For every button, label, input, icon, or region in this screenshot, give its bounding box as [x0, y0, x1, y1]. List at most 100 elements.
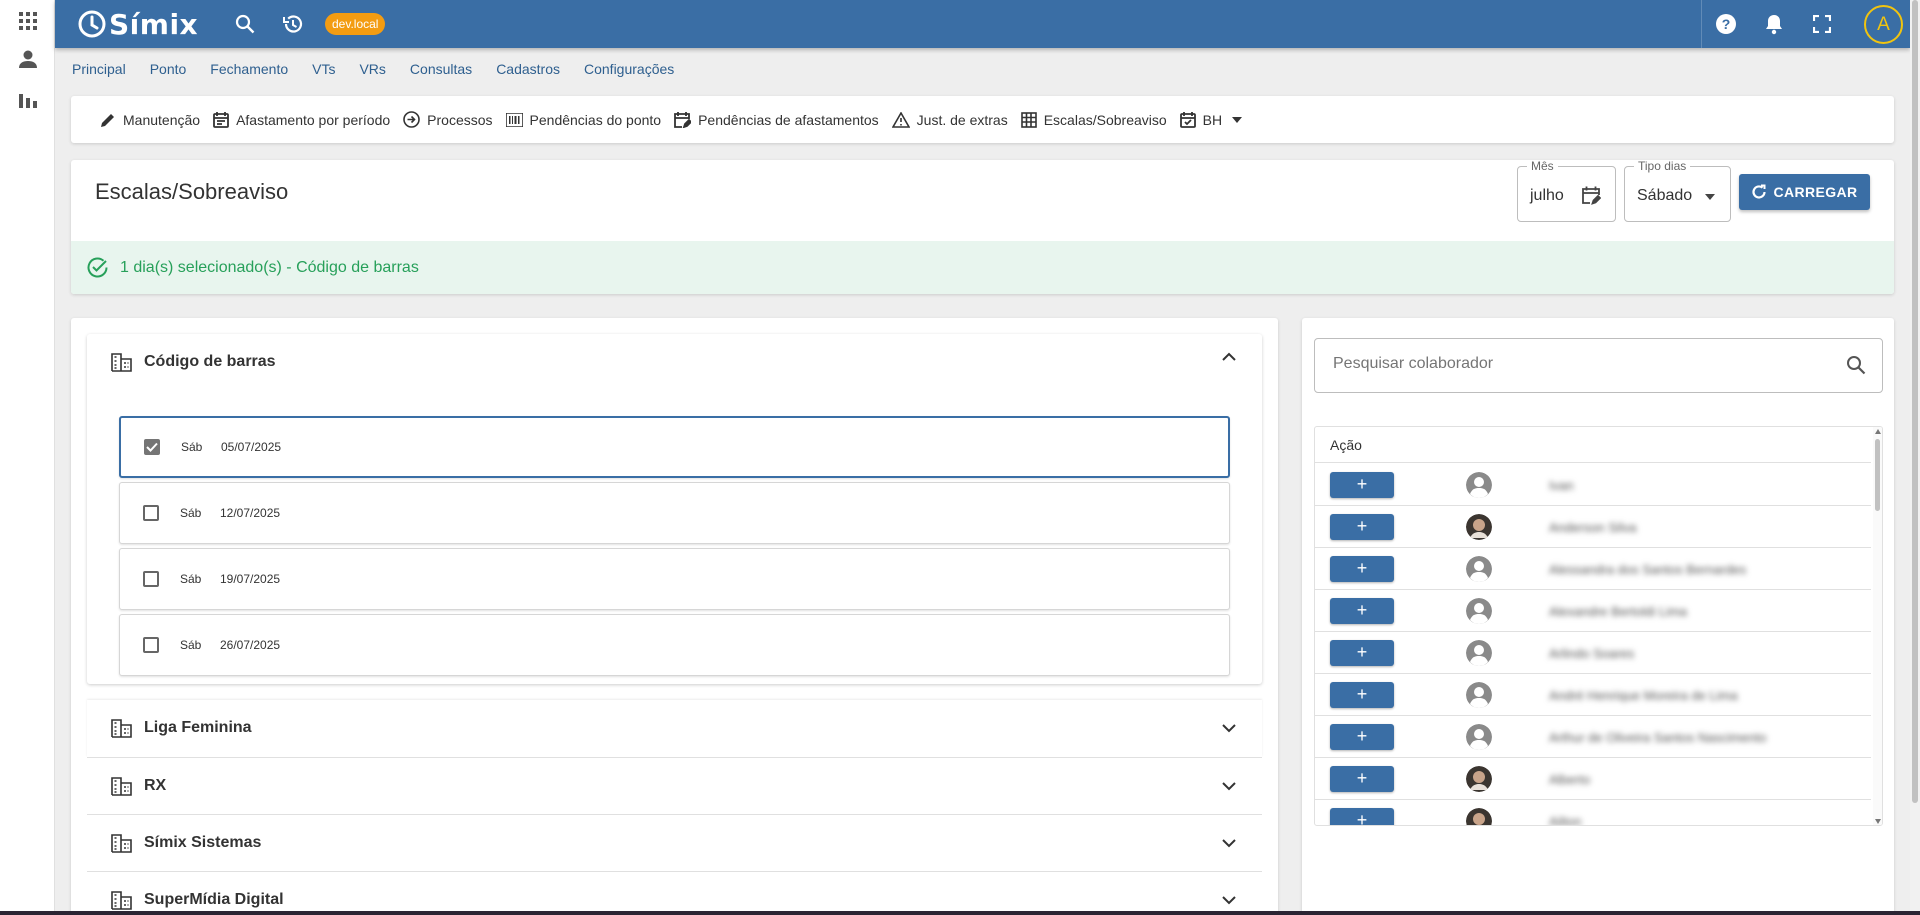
month-picker[interactable]: Mês julho: [1517, 160, 1616, 222]
help-icon[interactable]: ?: [1713, 11, 1739, 37]
chevron-down-icon[interactable]: [1222, 839, 1236, 848]
collaborator-name: Arthur de Oliveira Santos Nascimento: [1549, 730, 1767, 745]
subnav-manutencao[interactable]: Manutenção: [100, 112, 200, 128]
group-title: SuperMídia Digital: [144, 891, 284, 908]
group-header[interactable]: RX: [87, 758, 1262, 814]
collaborator-photo: [1466, 808, 1492, 825]
sub-navigation: Manutenção Afastamento por período Proce…: [71, 96, 1894, 143]
group-panel: SuperMídia Digital: [87, 871, 1262, 915]
fullscreen-icon[interactable]: [1809, 11, 1835, 37]
day-type-select[interactable]: Tipo dias Sábado: [1624, 160, 1731, 222]
search-icon[interactable]: [232, 11, 258, 37]
nav-vrs[interactable]: VRs: [359, 61, 385, 83]
history-icon[interactable]: [280, 11, 306, 37]
chevron-down-icon[interactable]: [1222, 724, 1236, 733]
collaborator-row: + André Henrique Moreira de Lima: [1315, 674, 1871, 716]
subnav-pendencias-ponto[interactable]: Pendências do ponto: [505, 112, 661, 128]
subnav-just-extras[interactable]: Just. de extras: [891, 111, 1008, 128]
add-collaborator-button[interactable]: +: [1330, 514, 1394, 540]
collaborator-name: Arlindo Soares: [1549, 646, 1635, 661]
search-icon[interactable]: [1846, 355, 1866, 375]
person-icon[interactable]: [15, 46, 41, 72]
day-weekday: Sáb: [180, 638, 202, 652]
add-collaborator-button[interactable]: +: [1330, 808, 1394, 825]
notifications-bell-icon[interactable]: [1761, 11, 1787, 37]
day-row[interactable]: Sáb 19/07/2025: [119, 548, 1230, 610]
add-collaborator-button[interactable]: +: [1330, 724, 1394, 750]
nav-ponto[interactable]: Ponto: [150, 61, 187, 83]
pencil-icon: [101, 113, 114, 127]
month-value: julho: [1530, 187, 1564, 204]
subnav-label: Just. de extras: [916, 111, 1008, 128]
nav-vts[interactable]: VTs: [312, 61, 335, 83]
add-collaborator-button[interactable]: +: [1330, 640, 1394, 666]
day-checkbox[interactable]: [143, 505, 159, 521]
clock-logo-icon: [78, 10, 106, 38]
day-checkbox[interactable]: [143, 637, 159, 653]
calendar-icon: [213, 112, 229, 128]
subnav-label: Escalas/Sobreaviso: [1043, 111, 1167, 128]
table-scrollbar-thumb[interactable]: [1875, 439, 1880, 511]
group-header[interactable]: Liga Feminina: [87, 700, 1262, 756]
chevron-up-icon[interactable]: [1222, 352, 1236, 361]
nav-principal[interactable]: Principal: [72, 61, 126, 83]
default-avatar-icon: [1466, 472, 1492, 498]
collaborator-search-input[interactable]: [1333, 355, 1833, 373]
day-checkbox[interactable]: [144, 439, 160, 455]
collaborator-search[interactable]: [1314, 338, 1883, 393]
nav-cadastros[interactable]: Cadastros: [496, 61, 560, 83]
subnav-pendencias-afastamentos[interactable]: Pendências de afastamentos: [674, 111, 879, 128]
subnav-processos[interactable]: Processos: [403, 111, 493, 128]
warning-icon: [891, 111, 910, 128]
collaborators-card: Ação + Ivan + Anderson Silva + Alessandra dos…: [1302, 318, 1894, 915]
load-button-label: CARREGAR: [1773, 184, 1858, 200]
bar-chart-icon[interactable]: [15, 86, 41, 112]
chevron-down-icon[interactable]: [1222, 782, 1236, 791]
group-header[interactable]: SuperMídia Digital: [87, 872, 1262, 915]
default-avatar-icon: [1466, 682, 1492, 708]
day-row[interactable]: Sáb 12/07/2025: [119, 482, 1230, 544]
nav-fechamento[interactable]: Fechamento: [210, 61, 288, 83]
calendar-edit-icon[interactable]: [1581, 185, 1601, 205]
default-avatar-icon: [1466, 640, 1492, 666]
load-button[interactable]: CARREGAR: [1739, 174, 1870, 210]
nav-configuracoes[interactable]: Configurações: [584, 61, 674, 83]
day-row[interactable]: Sáb 05/07/2025: [119, 416, 1230, 478]
default-avatar-icon: [1466, 724, 1492, 750]
collaborator-row: + Alberto: [1315, 758, 1871, 800]
group-title: Código de barras: [144, 353, 276, 370]
add-collaborator-button[interactable]: +: [1330, 556, 1394, 582]
day-weekday: Sáb: [180, 572, 202, 586]
page-scrollbar[interactable]: [1910, 0, 1920, 915]
group-header[interactable]: Símix Sistemas: [87, 815, 1262, 871]
building-icon: [111, 833, 132, 853]
subnav-afastamento[interactable]: Afastamento por período: [213, 111, 390, 128]
selection-banner: 1 dia(s) selecionado(s) - Código de barr…: [71, 241, 1894, 294]
simix-logo[interactable]: Símix: [77, 6, 198, 42]
svg-text:?: ?: [1722, 16, 1731, 32]
subnav-bh[interactable]: BH: [1179, 111, 1249, 128]
default-avatar-icon: [1466, 556, 1492, 582]
action-column-header: Ação: [1315, 427, 1871, 463]
scroll-up-arrow-icon[interactable]: [1875, 429, 1881, 434]
collaborator-name: Ailton: [1549, 814, 1582, 826]
groups-card: Código de barras Sáb 05/07/2025 Sáb 12/0…: [71, 318, 1278, 915]
day-date: 26/07/2025: [220, 638, 281, 652]
page-scrollbar-thumb[interactable]: [1912, 0, 1918, 803]
add-collaborator-button[interactable]: +: [1330, 682, 1394, 708]
add-collaborator-button[interactable]: +: [1330, 598, 1394, 624]
check-icon: [146, 442, 158, 452]
user-avatar[interactable]: A: [1864, 5, 1903, 44]
table-scrollbar[interactable]: [1873, 427, 1882, 825]
calendar-check-icon: [1179, 112, 1196, 128]
apps-grid-icon[interactable]: [15, 8, 41, 34]
day-row[interactable]: Sáb 26/07/2025: [119, 614, 1230, 676]
nav-consultas[interactable]: Consultas: [410, 61, 472, 83]
subnav-escalas-sobreaviso[interactable]: Escalas/Sobreaviso: [1020, 111, 1167, 128]
group-header[interactable]: Código de barras: [87, 334, 1262, 390]
chevron-down-icon[interactable]: [1222, 896, 1236, 905]
scroll-down-arrow-icon[interactable]: [1875, 819, 1881, 824]
add-collaborator-button[interactable]: +: [1330, 472, 1394, 498]
day-checkbox[interactable]: [143, 571, 159, 587]
add-collaborator-button[interactable]: +: [1330, 766, 1394, 792]
